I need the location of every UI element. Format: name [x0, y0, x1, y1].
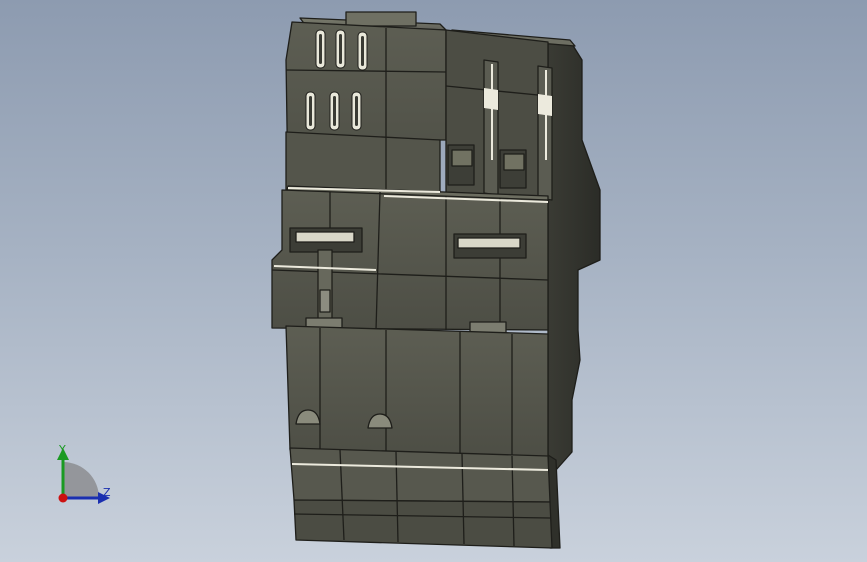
triad-quarter-disc — [63, 462, 99, 498]
handle-right — [457, 237, 521, 249]
lower-main-block — [285, 325, 549, 459]
upper-left-housing-lower — [285, 131, 441, 193]
middle-block — [271, 189, 549, 331]
y-axis-label: Y — [59, 443, 66, 456]
x-axis-dot — [58, 493, 68, 503]
base-upper — [289, 447, 551, 503]
top-tab — [345, 11, 417, 27]
right-side-face-upper — [547, 39, 601, 471]
z-axis-label: Z — [103, 486, 111, 499]
terminal-screw-2 — [503, 153, 525, 171]
handle-left — [295, 231, 355, 243]
terminal-screw-1 — [451, 149, 473, 167]
3d-model-render[interactable] — [0, 0, 867, 562]
graphics-viewport[interactable]: Y Z — [0, 0, 867, 562]
